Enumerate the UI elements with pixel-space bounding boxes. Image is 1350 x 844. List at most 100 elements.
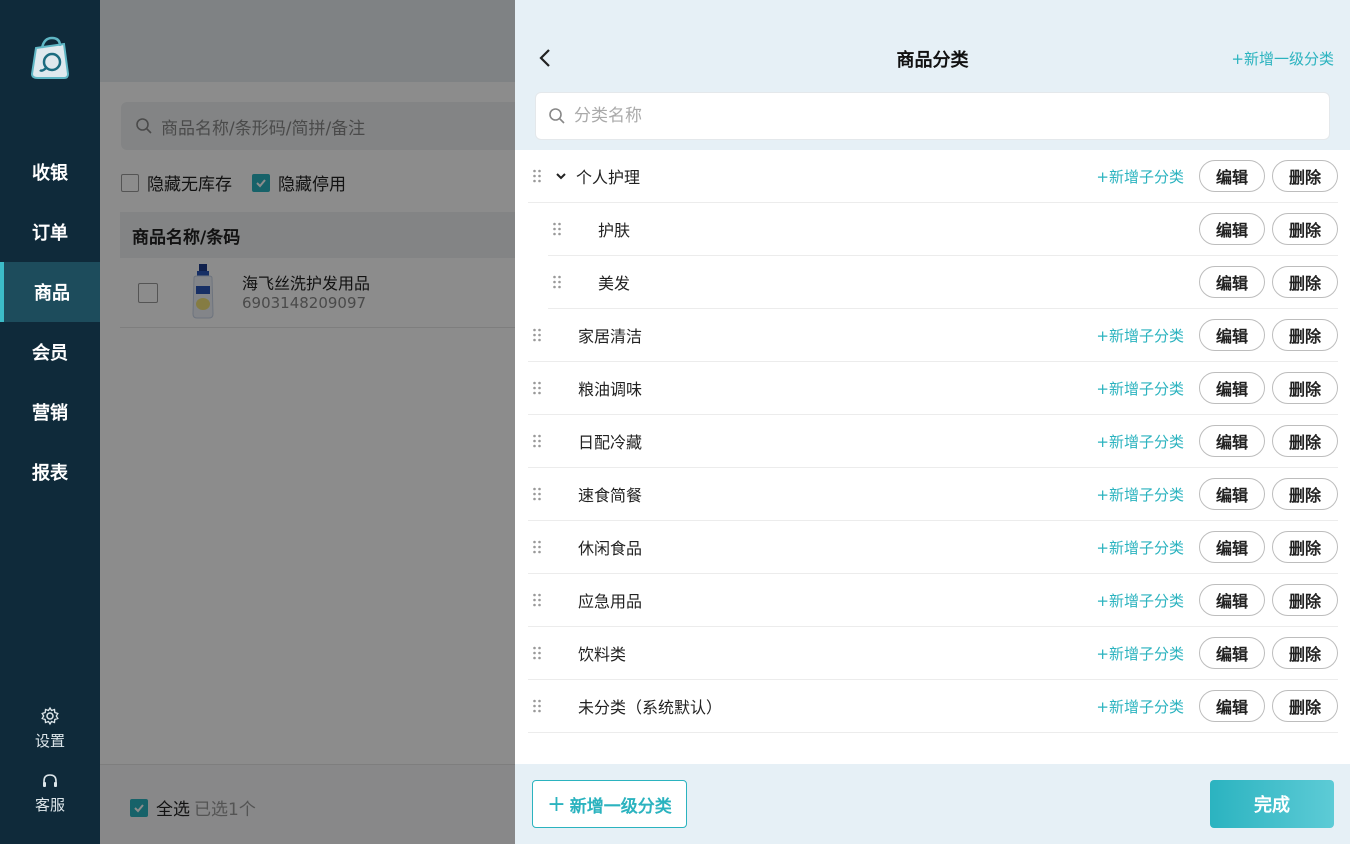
edit-button[interactable]: 编辑 [1199,637,1265,669]
category-name: 护肤 [598,221,631,240]
shopping-bag-logo-icon [30,36,70,79]
delete-button[interactable]: 删除 [1272,478,1338,510]
delete-button[interactable]: 删除 [1272,372,1338,404]
delete-button[interactable]: 删除 [1272,160,1338,192]
sidebar-item-label: 订单 [32,223,68,244]
delete-button[interactable]: 删除 [1272,213,1338,245]
drag-handle-icon[interactable] [532,646,542,660]
add-subcategory-link[interactable]: +新增子分类 [1096,325,1184,346]
edit-button[interactable]: 编辑 [1199,160,1265,192]
drag-handle-icon[interactable] [532,487,542,501]
category-actions: +新增子分类 编辑 删除 [1096,637,1338,669]
done-button[interactable]: 完成 [1210,780,1334,828]
category-row[interactable]: 护肤 编辑 删除 [548,203,1338,256]
edit-button[interactable]: 编辑 [1199,425,1265,457]
add-first-level-link[interactable]: +新增一级分类 [1231,48,1334,69]
edit-button[interactable]: 编辑 [1199,584,1265,616]
category-name: 日配冷藏 [578,433,643,452]
drag-handle-icon[interactable] [552,275,562,289]
plus-icon: + [547,791,566,817]
category-actions: 编辑 删除 [1192,213,1338,245]
category-panel: 商品分类 +新增一级分类 个人护理+新增子分类编辑删除护肤编辑删除美发编辑删除家… [515,0,1350,844]
drag-handle-icon[interactable] [532,328,542,342]
delete-button[interactable]: 删除 [1272,531,1338,563]
category-row[interactable]: 美发 编辑 删除 [548,256,1338,309]
sidebar-item-label: 营销 [32,403,68,424]
delete-button[interactable]: 删除 [1272,266,1338,298]
service-label: 客服 [34,796,65,814]
headset-icon [43,774,57,787]
edit-button[interactable]: 编辑 [1199,478,1265,510]
edit-button[interactable]: 编辑 [1199,319,1265,351]
category-actions: +新增子分类 编辑 删除 [1096,478,1338,510]
category-row[interactable]: 应急用品 +新增子分类 编辑 删除 [528,574,1338,627]
add-subcategory-link[interactable]: +新增子分类 [1096,378,1184,399]
category-name: 家居清洁 [578,327,643,346]
drag-handle-icon[interactable] [532,434,542,448]
modal-overlay[interactable] [100,0,515,844]
category-row[interactable]: 饮料类 +新增子分类 编辑 删除 [528,627,1338,680]
category-name: 粮油调味 [578,380,643,399]
chevron-down-icon[interactable] [554,169,568,183]
category-search-field[interactable] [535,92,1330,140]
category-actions: +新增子分类 编辑 删除 [1096,160,1338,192]
category-row[interactable]: 粮油调味 +新增子分类 编辑 删除 [528,362,1338,415]
add-subcategory-link[interactable]: +新增子分类 [1096,166,1184,187]
category-search-input[interactable] [574,106,1274,126]
category-row[interactable]: 日配冷藏 +新增子分类 编辑 删除 [528,415,1338,468]
category-name: 饮料类 [578,645,627,664]
drag-handle-icon[interactable] [532,593,542,607]
edit-button[interactable]: 编辑 [1199,690,1265,722]
category-row[interactable]: 个人护理 +新增子分类 编辑 删除 [528,150,1338,203]
delete-button[interactable]: 删除 [1272,637,1338,669]
category-name: 应急用品 [578,592,643,611]
settings-label: 设置 [34,732,65,750]
category-actions: +新增子分类 编辑 删除 [1096,319,1338,351]
add-subcategory-link[interactable]: +新增子分类 [1096,484,1184,505]
category-name: 个人护理 [576,168,641,187]
category-row[interactable]: 家居清洁 +新增子分类 编辑 删除 [528,309,1338,362]
sidebar-item-5[interactable]: 报表 [0,442,100,502]
sidebar-item-0[interactable]: 收银 [0,142,100,202]
category-row[interactable]: 速食简餐 +新增子分类 编辑 删除 [528,468,1338,521]
drag-handle-icon[interactable] [532,381,542,395]
panel-footer: + 新增一级分类 完成 [515,764,1350,844]
category-actions: 编辑 删除 [1192,266,1338,298]
customer-service-button[interactable]: 客服 [0,772,100,815]
drag-handle-icon[interactable] [552,222,562,236]
add-subcategory-link[interactable]: +新增子分类 [1096,643,1184,664]
edit-button[interactable]: 编辑 [1199,531,1265,563]
drag-handle-icon[interactable] [532,540,542,554]
sidebar-item-2[interactable]: 商品 [0,262,100,322]
delete-button[interactable]: 删除 [1272,319,1338,351]
edit-button[interactable]: 编辑 [1199,213,1265,245]
sidebar-item-label: 会员 [32,343,68,364]
edit-button[interactable]: 编辑 [1199,266,1265,298]
edit-button[interactable]: 编辑 [1199,372,1265,404]
category-actions: +新增子分类 编辑 删除 [1096,372,1338,404]
panel-title: 商品分类 [896,50,969,71]
drag-handle-icon[interactable] [532,169,542,183]
add-subcategory-link[interactable]: +新增子分类 [1096,590,1184,611]
sidebar-item-4[interactable]: 营销 [0,382,100,442]
sidebar-item-label: 收银 [32,163,68,184]
add-subcategory-link[interactable]: +新增子分类 [1096,696,1184,717]
delete-button[interactable]: 删除 [1272,690,1338,722]
add-first-level-button[interactable]: + 新增一级分类 [532,780,687,828]
add-subcategory-link[interactable]: +新增子分类 [1096,537,1184,558]
drag-handle-icon[interactable] [532,699,542,713]
settings-button[interactable]: 设置 [0,706,100,751]
category-name: 休闲食品 [578,539,643,558]
category-actions: +新增子分类 编辑 删除 [1096,584,1338,616]
delete-button[interactable]: 删除 [1272,425,1338,457]
category-name: 速食简餐 [578,486,643,505]
search-icon [549,108,565,124]
category-row[interactable]: 未分类（系统默认） +新增子分类 编辑 删除 [528,680,1338,733]
sidebar-item-3[interactable]: 会员 [0,322,100,382]
add-subcategory-link[interactable]: +新增子分类 [1096,431,1184,452]
sidebar: 收银订单商品会员营销报表 设置 客服 [0,0,100,844]
panel-header: 商品分类 +新增一级分类 [515,0,1350,150]
category-row[interactable]: 休闲食品 +新增子分类 编辑 删除 [528,521,1338,574]
delete-button[interactable]: 删除 [1272,584,1338,616]
sidebar-item-1[interactable]: 订单 [0,202,100,262]
